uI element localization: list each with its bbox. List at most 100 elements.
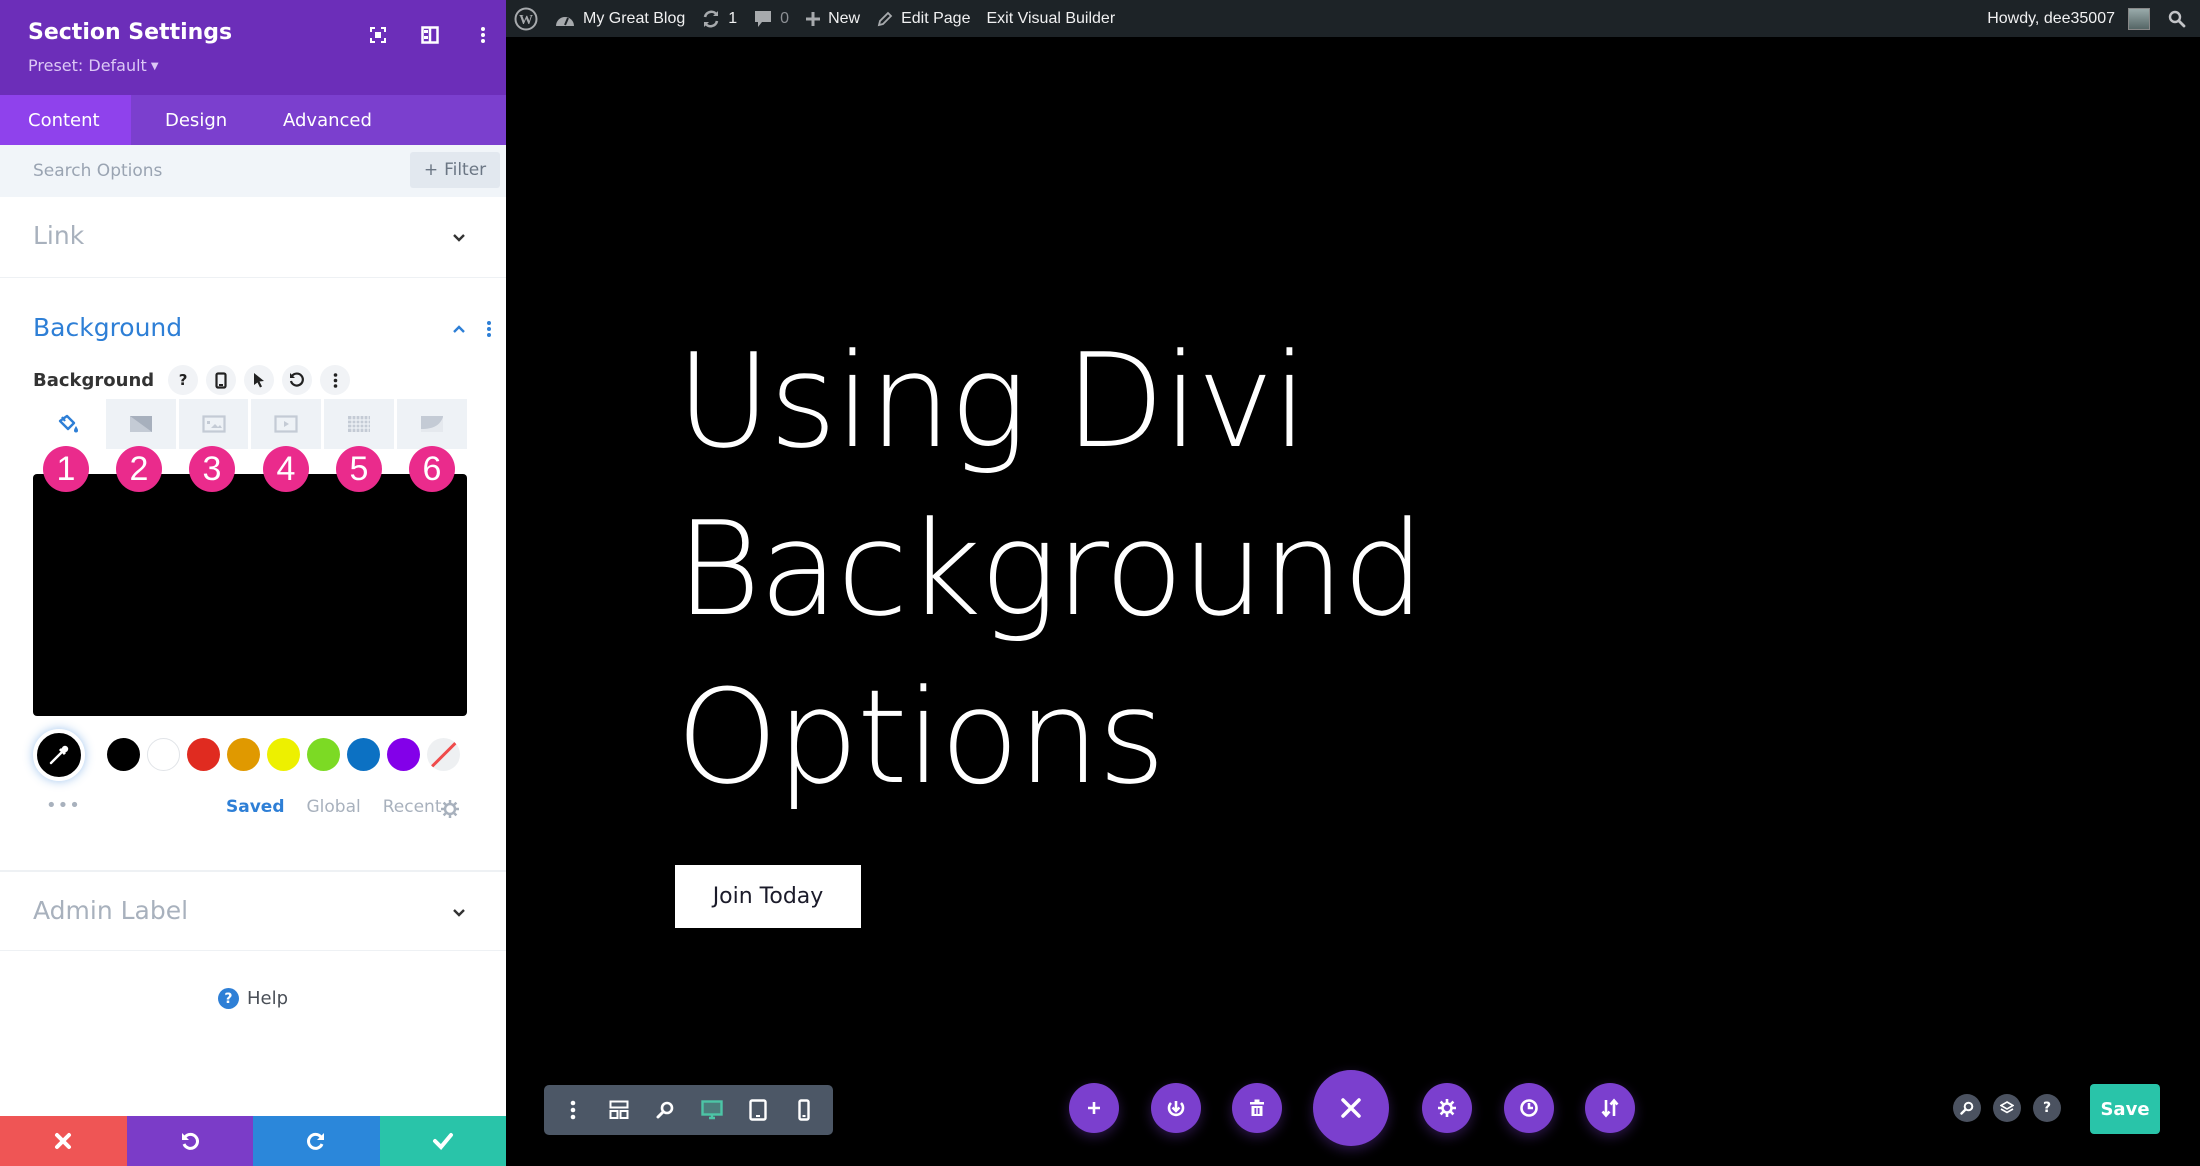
add-section-button[interactable] bbox=[1069, 1083, 1119, 1133]
wordpress-logo[interactable]: W bbox=[506, 0, 546, 37]
background-color-preview[interactable] bbox=[33, 474, 467, 716]
admin-search-button[interactable] bbox=[2158, 0, 2200, 37]
phone-icon bbox=[798, 1099, 810, 1121]
more-icon[interactable] bbox=[320, 365, 351, 395]
layers-button[interactable] bbox=[1993, 1094, 2021, 1122]
account-menu[interactable]: Howdy, dee35007 bbox=[1979, 0, 2158, 37]
exit-visual-builder-link[interactable]: Exit Visual Builder bbox=[978, 0, 1123, 37]
chevron-up-icon[interactable] bbox=[450, 320, 468, 338]
mask-icon bbox=[421, 416, 444, 432]
help-icon[interactable]: ? bbox=[168, 365, 199, 395]
redo-button[interactable] bbox=[253, 1116, 380, 1166]
eyedropper-icon bbox=[49, 745, 69, 765]
layers-icon bbox=[2000, 1101, 2014, 1114]
bg-tab-image[interactable] bbox=[178, 399, 249, 449]
hero-heading-line: Using Divi bbox=[676, 325, 1308, 477]
close-icon bbox=[1341, 1098, 1361, 1118]
comments-link[interactable]: 0 bbox=[745, 0, 797, 37]
palette-tab-global[interactable]: Global bbox=[307, 797, 361, 817]
more-vertical-icon bbox=[570, 1100, 576, 1120]
toggle-link[interactable]: Link bbox=[0, 197, 506, 278]
site-name-link[interactable]: My Great Blog bbox=[546, 0, 693, 37]
color-picker-button[interactable] bbox=[33, 729, 85, 781]
more-options-icon[interactable] bbox=[470, 22, 496, 48]
more-colors-button[interactable]: ••• bbox=[46, 795, 81, 816]
toggle-background-title[interactable]: Background bbox=[33, 313, 182, 342]
preset-dropdown[interactable]: Preset: Default ▼ bbox=[28, 56, 159, 75]
tab-design[interactable]: Design bbox=[131, 95, 255, 145]
help-circle-icon: ? bbox=[217, 988, 239, 1009]
filter-label: Filter bbox=[444, 160, 487, 180]
swatch-blue[interactable] bbox=[347, 738, 380, 771]
wordpress-icon: W bbox=[514, 7, 538, 30]
page-settings-button[interactable] bbox=[1422, 1083, 1472, 1133]
palette-tab-recent[interactable]: Recent bbox=[383, 797, 442, 817]
portability-icon bbox=[1167, 1101, 1185, 1117]
edit-page-link[interactable]: Edit Page bbox=[868, 0, 978, 37]
bg-tab-video[interactable] bbox=[251, 399, 322, 449]
clear-layout-button[interactable] bbox=[1232, 1083, 1282, 1133]
bg-tab-pattern[interactable] bbox=[324, 399, 395, 449]
chevron-down-icon[interactable] bbox=[450, 229, 468, 247]
tab-advanced[interactable]: Advanced bbox=[255, 95, 400, 145]
updates-link[interactable]: 1 bbox=[693, 0, 745, 37]
reset-icon[interactable] bbox=[282, 365, 313, 395]
palette-tab-saved[interactable]: Saved bbox=[226, 797, 285, 817]
chevron-down-icon[interactable] bbox=[450, 904, 468, 922]
toggle-admin-label[interactable]: Admin Label bbox=[0, 871, 506, 951]
swatch-white[interactable] bbox=[147, 738, 180, 771]
swatch-black[interactable] bbox=[107, 738, 140, 771]
swatch-red[interactable] bbox=[187, 738, 220, 771]
swatch-yellow[interactable] bbox=[267, 738, 300, 771]
history-button[interactable] bbox=[1504, 1083, 1554, 1133]
new-content-link[interactable]: New bbox=[797, 0, 868, 37]
discard-button[interactable] bbox=[0, 1116, 127, 1166]
filter-button[interactable]: + Filter bbox=[410, 152, 500, 188]
desktop-view-button[interactable] bbox=[697, 1095, 727, 1125]
new-label: New bbox=[828, 9, 861, 27]
updates-count: 1 bbox=[728, 9, 738, 27]
search-options-input[interactable] bbox=[0, 145, 400, 197]
portability-button[interactable] bbox=[1151, 1083, 1201, 1133]
help-link[interactable]: ? Help bbox=[0, 988, 506, 1009]
svg-text:W: W bbox=[519, 13, 533, 28]
clock-icon bbox=[1520, 1099, 1538, 1117]
annotation-badge: 1 bbox=[43, 446, 89, 492]
fullscreen-icon[interactable] bbox=[365, 22, 391, 48]
save-button[interactable]: Save bbox=[2090, 1084, 2160, 1134]
tablet-view-button[interactable] bbox=[743, 1095, 773, 1125]
join-today-button[interactable]: Join Today bbox=[675, 865, 861, 928]
section-more-icon[interactable] bbox=[486, 320, 492, 338]
bg-tab-color[interactable] bbox=[33, 399, 103, 449]
zoom-view-button[interactable] bbox=[650, 1095, 680, 1125]
close-builder-bar-button[interactable] bbox=[1313, 1070, 1389, 1146]
dock-panel-icon[interactable] bbox=[417, 22, 443, 48]
gear-icon[interactable] bbox=[440, 799, 460, 819]
swatch-orange[interactable] bbox=[227, 738, 260, 771]
undo-button[interactable] bbox=[126, 1116, 253, 1166]
swatch-green[interactable] bbox=[307, 738, 340, 771]
find-replace-button[interactable] bbox=[1953, 1094, 1981, 1122]
background-field-label: Background bbox=[33, 369, 155, 391]
dashboard-icon bbox=[556, 16, 574, 26]
help-button[interactable]: ? bbox=[2033, 1094, 2061, 1122]
page-options-button[interactable] bbox=[558, 1095, 588, 1125]
phone-view-button[interactable] bbox=[789, 1095, 819, 1125]
swatch-transparent[interactable] bbox=[427, 738, 460, 771]
bg-tab-gradient[interactable] bbox=[105, 399, 176, 449]
builder-canvas: Using Divi Background Options Join Today bbox=[506, 37, 2200, 1166]
question-icon: ? bbox=[2042, 1100, 2052, 1116]
confirm-button[interactable] bbox=[379, 1116, 506, 1166]
close-icon bbox=[55, 1133, 72, 1149]
swatch-purple[interactable] bbox=[387, 738, 420, 771]
hero-heading[interactable]: Using Divi Background Options bbox=[676, 317, 1576, 821]
wireframe-view-button[interactable] bbox=[604, 1095, 634, 1125]
redo-icon bbox=[307, 1132, 325, 1150]
hover-cursor-icon[interactable] bbox=[244, 365, 275, 395]
bg-tab-mask[interactable] bbox=[397, 399, 467, 449]
sort-layers-button[interactable] bbox=[1585, 1083, 1635, 1133]
image-icon bbox=[201, 415, 226, 433]
mobile-icon[interactable] bbox=[206, 365, 237, 395]
edit-page-label: Edit Page bbox=[901, 9, 971, 27]
tab-content[interactable]: Content bbox=[0, 95, 131, 145]
